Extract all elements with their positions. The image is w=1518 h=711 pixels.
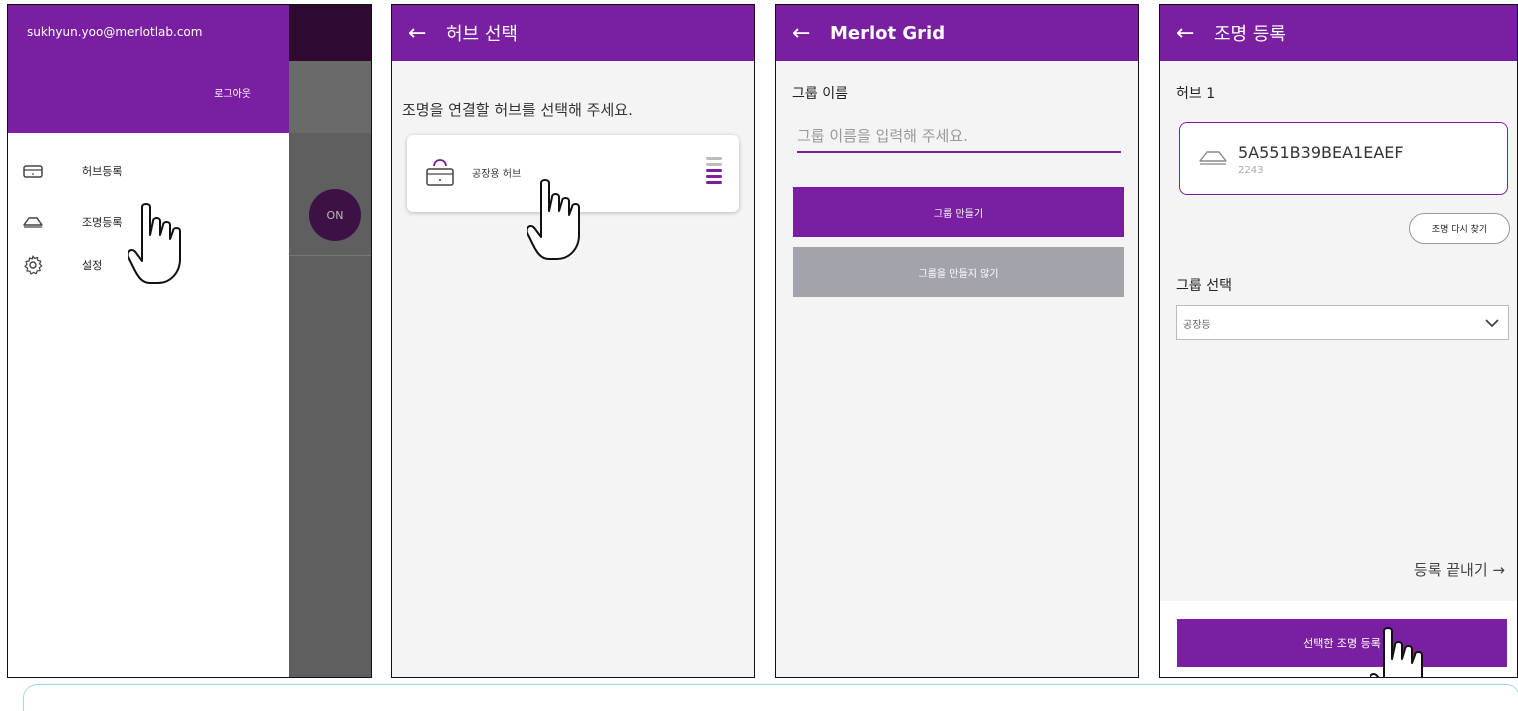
screen-light-register: ← 조명 등록 허브 1 5A551B39BEA1EAEF 2243 조명 다시… xyxy=(1159,4,1518,678)
on-button[interactable]: ON xyxy=(309,189,361,241)
skip-group-button[interactable]: 그룹을 만들지 않기 xyxy=(793,247,1124,297)
logout-link[interactable]: 로그아웃 xyxy=(214,85,251,100)
light-sub-id: 2243 xyxy=(1238,165,1264,176)
back-arrow-icon[interactable]: ← xyxy=(1176,21,1214,46)
hub-name: 공장용 허브 xyxy=(472,169,522,180)
content-area: 조명을 연결할 허브를 선택해 주세요. 공장용 허브 xyxy=(392,61,754,677)
group-select-label: 그룹 선택 xyxy=(1176,278,1232,294)
content-area: 그룹 이름 그룹 이름을 입력해 주세요. 그룹 만들기 그룹을 만들지 않기 xyxy=(776,61,1138,677)
app-bar: ← 조명 등록 xyxy=(1160,5,1517,61)
pointing-hand-icon xyxy=(128,203,181,284)
group-select-dropdown[interactable]: 공장등 xyxy=(1176,305,1509,340)
tutorial-stage: ON sukhyun.yoo@merlotlab.com 로그아웃 허브등록 조… xyxy=(0,0,1518,711)
drawer-item-hub-register[interactable]: 허브등록 xyxy=(22,160,122,182)
screen-navigation-drawer: ON sukhyun.yoo@merlotlab.com 로그아웃 허브등록 조… xyxy=(7,4,372,678)
refind-lights-button[interactable]: 조명 다시 찾기 xyxy=(1409,213,1510,244)
signal-strength-icon xyxy=(706,157,722,187)
hub-select-prompt: 조명을 연결할 허브를 선택해 주세요. xyxy=(402,101,633,119)
drawer-item-settings[interactable]: 설정 xyxy=(22,254,102,276)
group-select-value: 공장등 xyxy=(1183,320,1211,331)
back-arrow-icon[interactable]: ← xyxy=(408,21,446,46)
drawer-header: sukhyun.yoo@merlotlab.com 로그아웃 xyxy=(8,5,289,133)
register-selected-button[interactable]: 선택한 조명 등록 xyxy=(1177,619,1507,667)
light-id: 5A551B39BEA1EAEF xyxy=(1238,143,1404,162)
create-group-button[interactable]: 그룹 만들기 xyxy=(793,187,1124,237)
hub-icon xyxy=(23,165,43,178)
caption-box xyxy=(23,684,1518,711)
drawer-item-label: 조명등록 xyxy=(82,216,123,229)
pointing-hand-icon xyxy=(527,179,580,260)
user-email: sukhyun.yoo@merlotlab.com xyxy=(27,25,203,39)
finish-registration-link[interactable]: 등록 끝내기 → xyxy=(1414,559,1505,580)
lamp-icon xyxy=(23,217,43,228)
chevron-down-icon xyxy=(1485,319,1499,328)
group-name-input[interactable]: 그룹 이름을 입력해 주세요. xyxy=(797,125,1121,153)
app-bar: ← Merlot Grid xyxy=(776,5,1138,61)
group-name-label: 그룹 이름 xyxy=(792,86,848,102)
page-title: 허브 선택 xyxy=(446,24,518,45)
drawer-item-light-register[interactable]: 조명등록 xyxy=(22,211,122,233)
page-title: Merlot Grid xyxy=(830,22,946,44)
drawer-item-label: 설정 xyxy=(82,259,103,272)
app-bar: ← 허브 선택 xyxy=(392,5,754,61)
lamp-icon xyxy=(1199,151,1227,165)
hub-icon xyxy=(426,159,454,186)
screen-hub-select: ← 허브 선택 조명을 연결할 허브를 선택해 주세요. 공장용 허브 xyxy=(391,4,755,678)
gear-icon xyxy=(24,255,43,275)
drawer-item-label: 허브등록 xyxy=(82,165,123,178)
back-arrow-icon[interactable]: ← xyxy=(792,21,830,46)
navigation-drawer: sukhyun.yoo@merlotlab.com 로그아웃 허브등록 조명등록… xyxy=(8,5,289,677)
light-card[interactable]: 5A551B39BEA1EAEF 2243 xyxy=(1179,122,1508,195)
page-title: 조명 등록 xyxy=(1214,24,1286,45)
content-area: 허브 1 5A551B39BEA1EAEF 2243 조명 다시 찾기 그룹 선… xyxy=(1160,61,1517,677)
hub-label: 허브 1 xyxy=(1176,86,1216,102)
pointing-hand-icon xyxy=(1370,627,1423,677)
screen-group-create: ← Merlot Grid 그룹 이름 그룹 이름을 입력해 주세요. 그룹 만… xyxy=(775,4,1139,678)
